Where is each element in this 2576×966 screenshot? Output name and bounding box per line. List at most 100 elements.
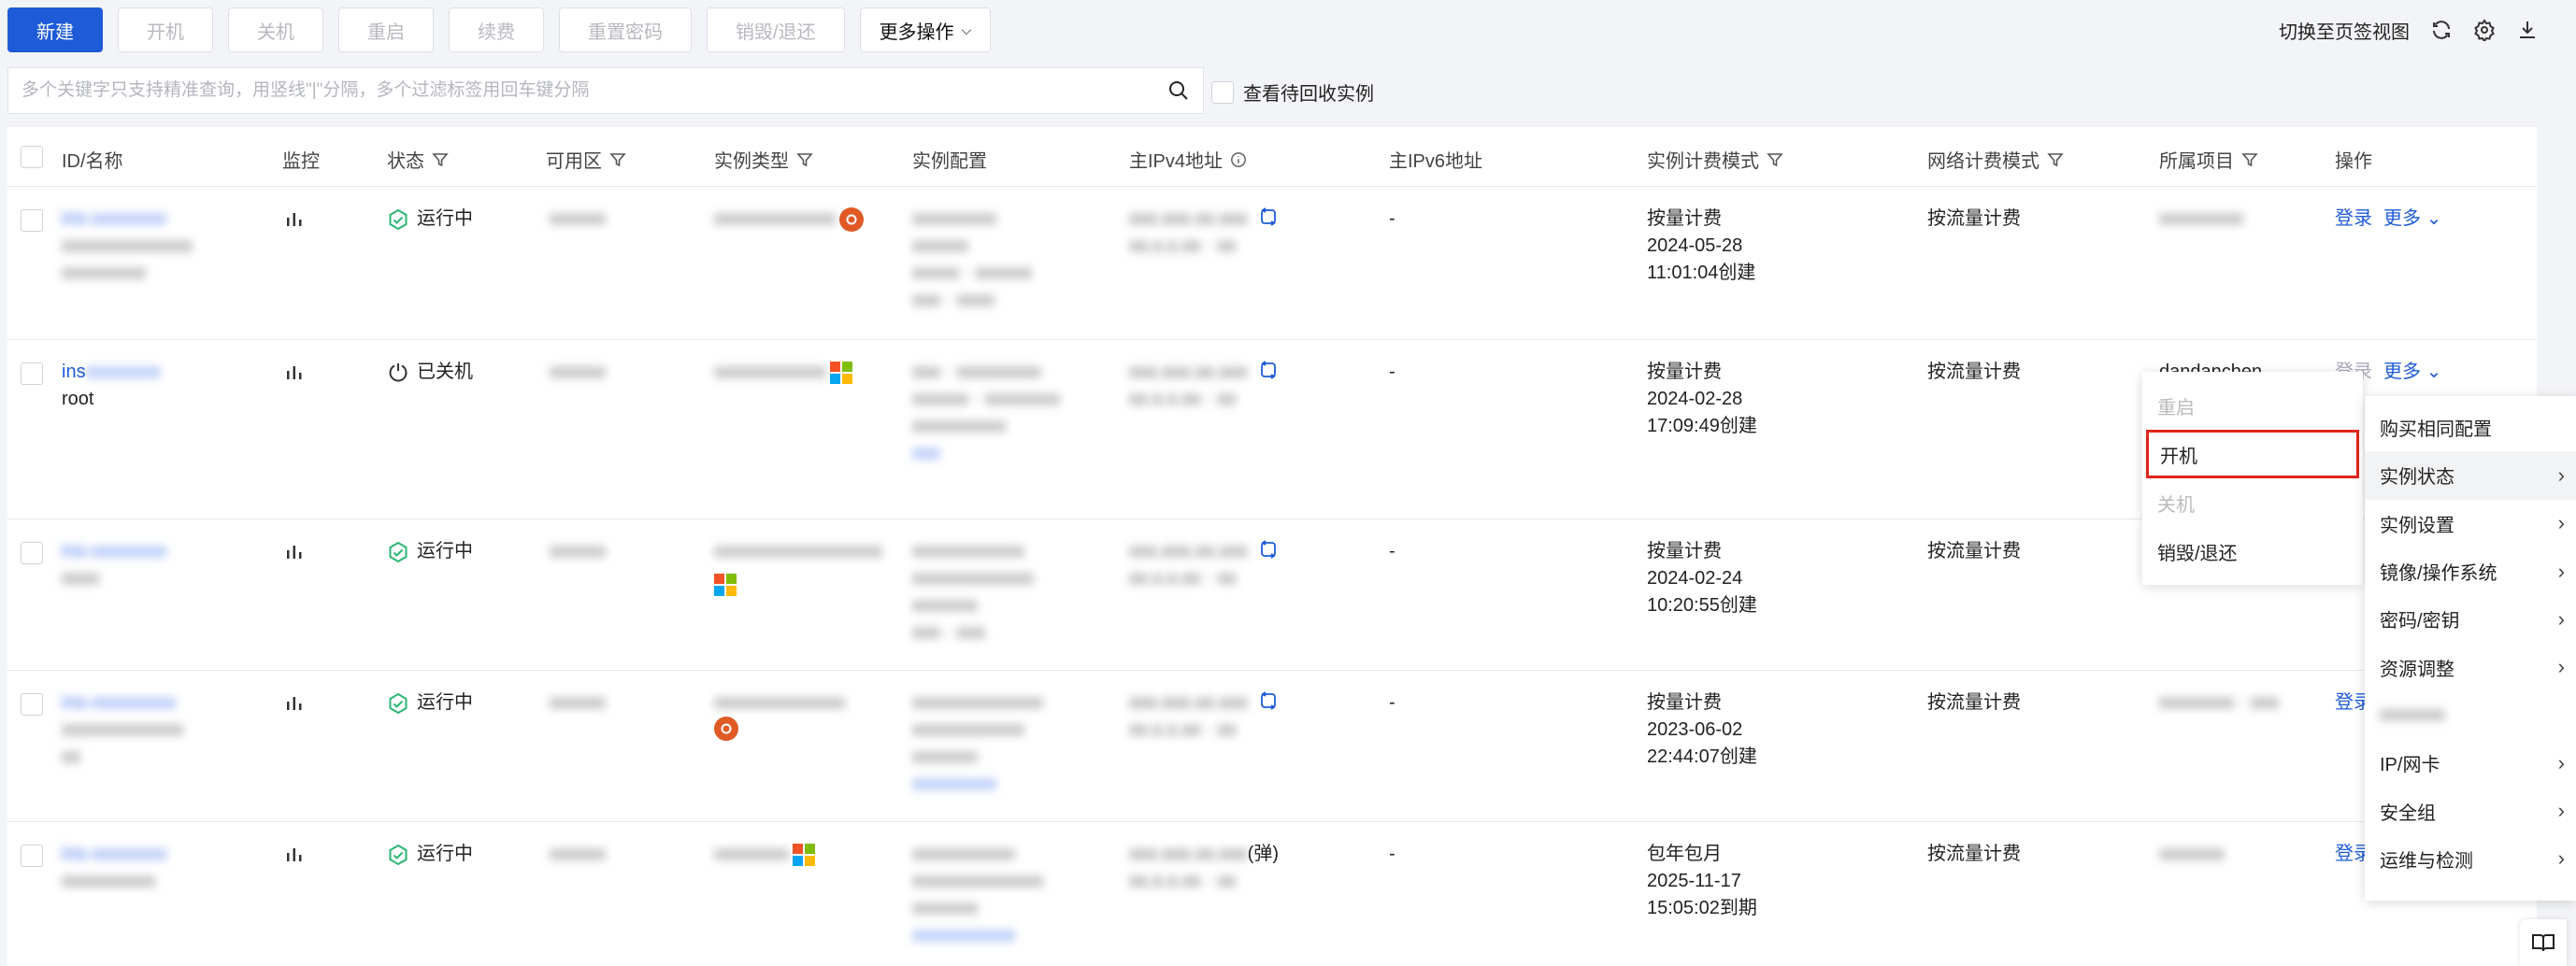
- filter-icon[interactable]: [2241, 151, 2258, 168]
- new-button[interactable]: 新建: [7, 7, 103, 52]
- instance-name: xxxxxxxxxxxxx: [62, 719, 183, 740]
- billing-date: 2023-06-02: [1647, 719, 1743, 740]
- chevron-right-icon: ›: [2557, 655, 2565, 679]
- row-checkbox[interactable]: [21, 209, 43, 232]
- menu-item-ops-diagnostics[interactable]: 运维与检测 ›: [2365, 835, 2576, 883]
- col-zone[interactable]: 可用区: [546, 146, 626, 173]
- col-label: 实例计费模式: [1647, 151, 1759, 172]
- stop-button[interactable]: 关机: [228, 7, 323, 52]
- menu-item-start[interactable]: 开机: [2146, 430, 2359, 478]
- destroy-button[interactable]: 销毁/退还: [707, 7, 845, 52]
- menu-item-buy-same[interactable]: 购买相同配置: [2365, 404, 2576, 451]
- search-input[interactable]: [21, 80, 1167, 101]
- menu-item-instance-settings[interactable]: 实例设置 ›: [2365, 500, 2576, 547]
- monitor-icon[interactable]: [284, 209, 305, 230]
- ipv4-address: xxx.xxx.xx.xxx: [1129, 362, 1248, 382]
- col-label: 可用区: [546, 151, 602, 172]
- config-line: xxxxxxxxxxxxx: [912, 568, 1034, 589]
- col-instance-type[interactable]: 实例类型: [714, 146, 813, 173]
- billing-date: 2025-11-17: [1647, 871, 1741, 891]
- menu-item-ip-nic[interactable]: IP/网卡 ›: [2365, 739, 2576, 787]
- config-cell: xxxxxxxxxxx xxxxxxxxxxxxxx xxxxxxx xxxxx…: [912, 841, 1099, 949]
- instance-id-link[interactable]: ins-xxxxxxxx: [62, 206, 267, 233]
- download-icon[interactable]: [2516, 19, 2539, 41]
- more-actions-button[interactable]: 更多操作 ⌵: [859, 7, 992, 52]
- swap-ip-icon[interactable]: [1257, 206, 1280, 228]
- chevron-down-icon: ⌄: [2426, 208, 2442, 229]
- help-doc-button[interactable]: [2520, 919, 2567, 966]
- network-billing-cell: 按流量计费: [1927, 362, 2021, 382]
- menu-item-security-group[interactable]: 安全组 ›: [2365, 787, 2576, 834]
- login-link[interactable]: 登录: [2335, 206, 2372, 233]
- filter-icon[interactable]: [796, 151, 813, 168]
- col-network-billing[interactable]: 网络计费模式: [1927, 146, 2064, 173]
- row-checkbox[interactable]: [21, 362, 43, 385]
- col-label: 实例类型: [714, 151, 789, 172]
- row-checkbox[interactable]: [21, 542, 43, 564]
- table-row: ins-xxxxxxxx xxxxxxxxxx 运行中 xxxxxx xxxxx…: [7, 822, 2537, 966]
- filter-icon[interactable]: [432, 151, 449, 168]
- recycle-filter[interactable]: 查看待回收实例: [1211, 78, 1374, 106]
- info-icon[interactable]: [1230, 151, 1247, 168]
- col-billing-mode[interactable]: 实例计费模式: [1647, 146, 1783, 173]
- billing-mode: 按量计费: [1647, 362, 1722, 382]
- menu-item-hidden[interactable]: xxxxxxx: [2365, 691, 2576, 739]
- ipv6-cell: -: [1389, 362, 1395, 382]
- monitor-icon[interactable]: [284, 542, 305, 562]
- switch-view-link[interactable]: 切换至页签视图: [2279, 17, 2410, 44]
- instance-name: xxxx: [62, 568, 99, 589]
- billing-mode: 包年包月: [1647, 844, 1722, 864]
- running-icon: [389, 692, 408, 714]
- swap-ip-icon[interactable]: [1257, 689, 1280, 712]
- menu-item-destroy[interactable]: 销毁/退还: [2142, 527, 2363, 575]
- row-checkbox[interactable]: [21, 845, 43, 867]
- recycle-checkbox[interactable]: [1211, 80, 1234, 104]
- col-status[interactable]: 状态: [387, 146, 449, 173]
- monitor-icon[interactable]: [284, 693, 305, 714]
- billing-time: 22:44:07创建: [1647, 746, 1757, 767]
- instance-name-extra: xxxxxxxxx: [62, 263, 146, 283]
- ipv4-private: xx.x.x.xx · xx: [1129, 719, 1237, 740]
- menu-item-stop[interactable]: 关机: [2142, 478, 2363, 527]
- swap-ip-icon[interactable]: [1257, 359, 1280, 381]
- menu-item-instance-state[interactable]: 实例状态 ›: [2365, 451, 2576, 500]
- stopped-icon: [389, 362, 408, 381]
- billing-time: 15:05:02到期: [1647, 898, 1757, 918]
- instance-id-link[interactable]: ins-xxxxxxxx: [62, 538, 267, 565]
- monitor-icon[interactable]: [284, 362, 305, 383]
- menu-item-resource-adjust[interactable]: 资源调整 ›: [2365, 643, 2576, 690]
- monitor-icon[interactable]: [284, 845, 305, 865]
- instance-id-link[interactable]: ins xxxxxxxx: [62, 359, 267, 386]
- menu-item-restart[interactable]: 重启: [2142, 381, 2363, 430]
- refresh-icon[interactable]: [2430, 19, 2453, 41]
- instance-id-rest: xxxxxxxx: [85, 362, 161, 382]
- swap-ip-icon[interactable]: [1257, 538, 1280, 561]
- instance-id-link[interactable]: ins-xxxxxxxxx: [62, 689, 267, 717]
- menu-item-image-os[interactable]: 镜像/操作系统 ›: [2365, 547, 2576, 595]
- search-icon[interactable]: [1167, 79, 1190, 102]
- gear-icon[interactable]: [2473, 19, 2496, 41]
- config-line: xxxxxxxxx: [912, 208, 996, 229]
- start-button[interactable]: 开机: [118, 7, 213, 52]
- col-project[interactable]: 所属项目: [2159, 146, 2258, 173]
- more-link[interactable]: 更多 ⌄: [2383, 359, 2441, 386]
- menu-item-password-key[interactable]: 密码/密钥 ›: [2365, 595, 2576, 643]
- reset-password-button[interactable]: 重置密码: [559, 7, 692, 52]
- filter-icon[interactable]: [2047, 151, 2064, 168]
- instance-id-link[interactable]: ins-xxxxxxxx: [62, 841, 267, 868]
- billing-time: 17:09:49创建: [1647, 416, 1757, 436]
- row-checkbox[interactable]: [21, 693, 43, 716]
- running-icon: [389, 541, 408, 562]
- select-all-checkbox[interactable]: [21, 146, 43, 168]
- filter-icon[interactable]: [609, 151, 626, 168]
- restart-button[interactable]: 重启: [338, 7, 434, 52]
- chevron-right-icon: ›: [2557, 606, 2565, 631]
- config-cell: xxxxxxxxx xxxxxx xxxxx · xxxxxx xxx · xx…: [912, 206, 1099, 314]
- more-link[interactable]: 更多 ⌄: [2383, 206, 2441, 233]
- chevron-right-icon: ›: [2557, 511, 2565, 535]
- billing-date: 2024-02-28: [1647, 389, 1743, 409]
- ipv6-cell: -: [1389, 541, 1395, 561]
- filter-icon[interactable]: [1767, 151, 1783, 168]
- ipv4-cell: xxx.xxx.xx.xxx xx.x.x.xx · xx: [1129, 359, 1280, 413]
- renew-button[interactable]: 续费: [449, 7, 544, 52]
